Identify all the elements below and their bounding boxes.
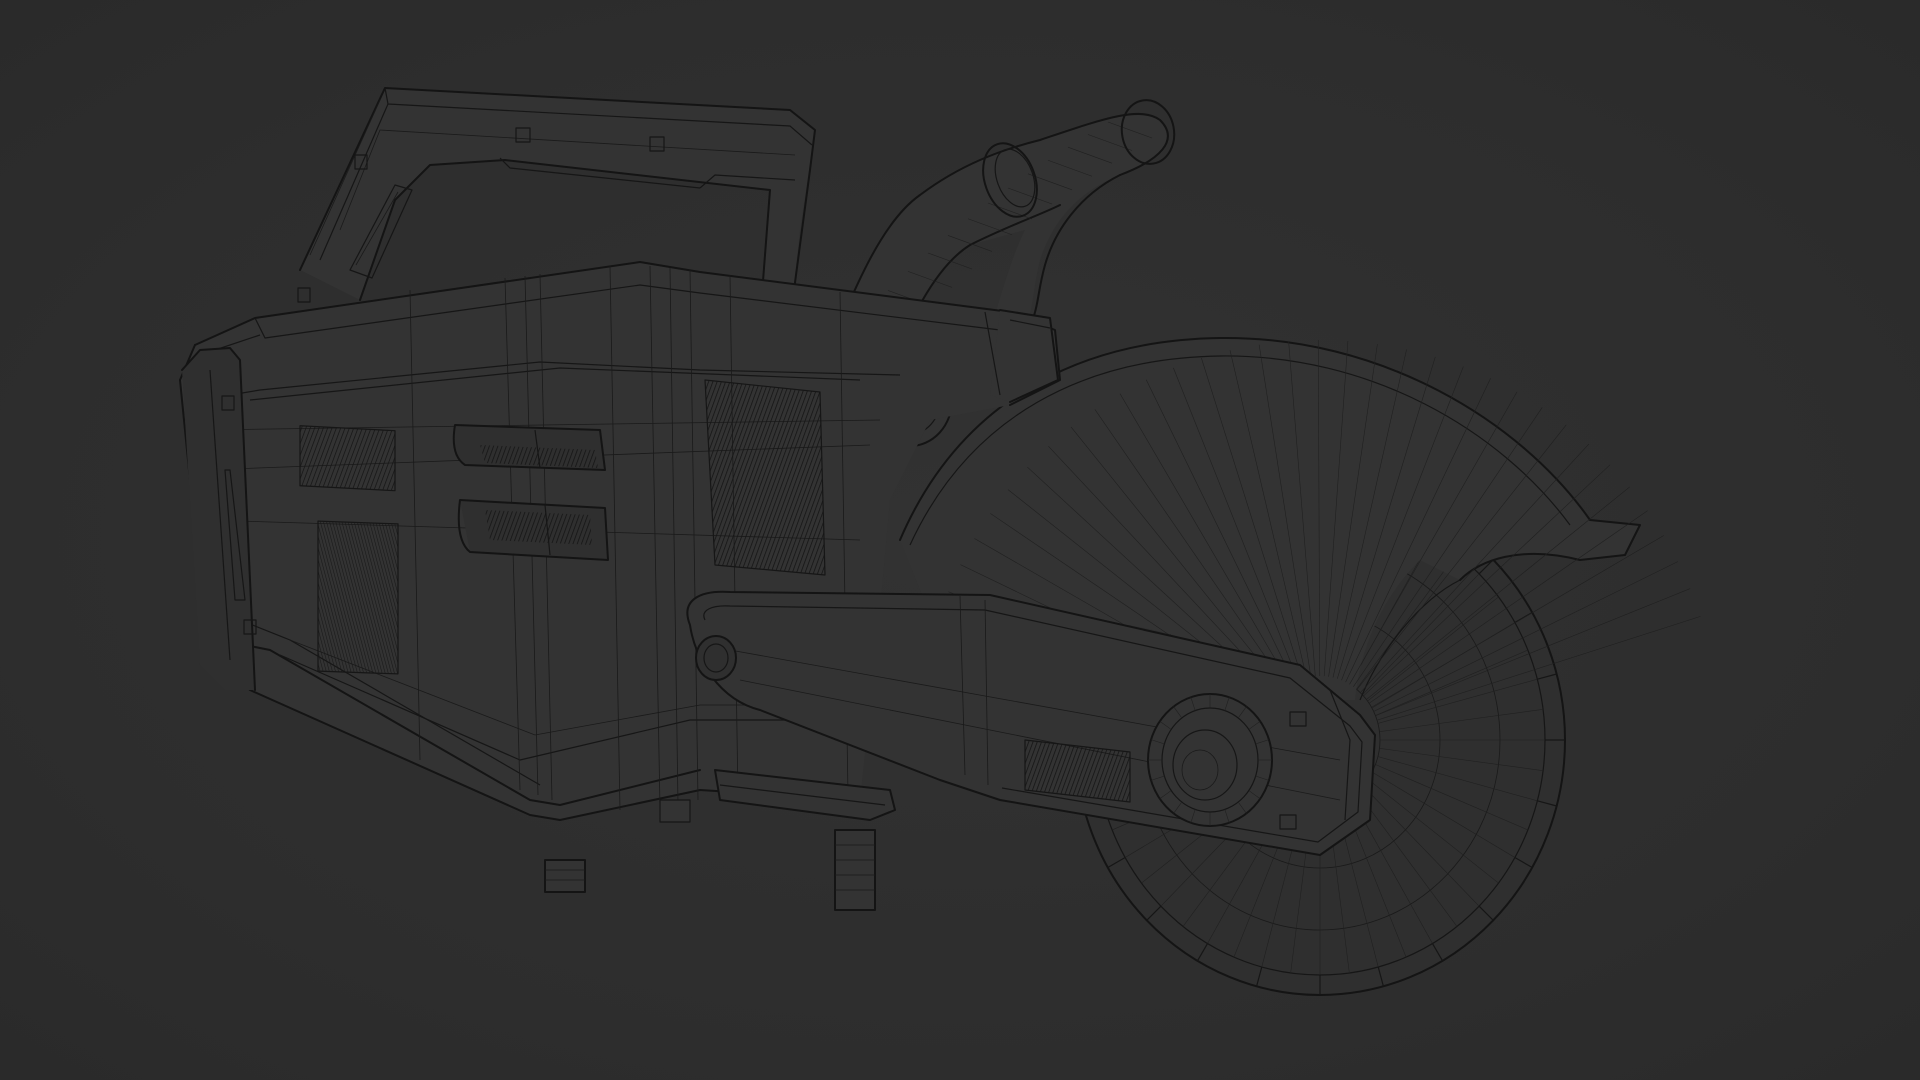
3d-viewport [0, 0, 1920, 1080]
wireframe-model [179, 87, 1701, 996]
